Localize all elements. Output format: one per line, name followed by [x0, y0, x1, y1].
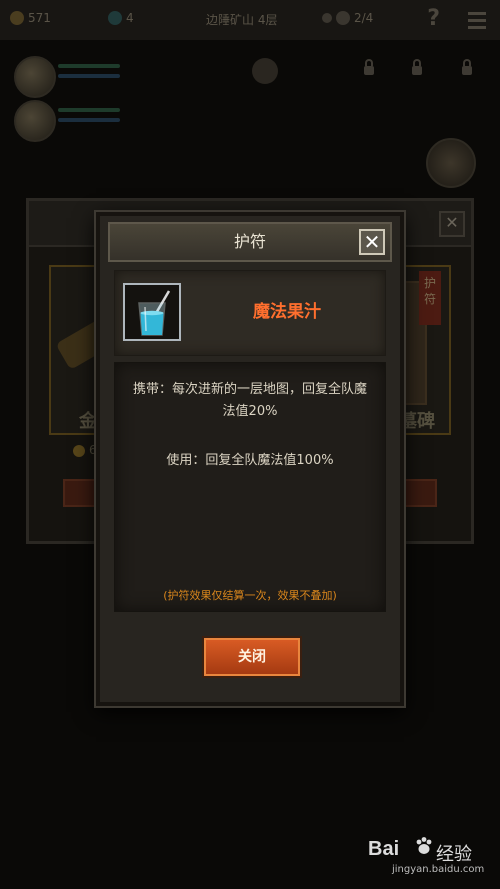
gold-stat: 571: [10, 11, 51, 25]
gem-icon: [108, 11, 122, 25]
close-icon[interactable]: ✕: [359, 229, 385, 255]
close-button[interactable]: 关闭: [204, 638, 300, 676]
card-right-label: 墓碑: [399, 411, 435, 432]
gem-value: 4: [126, 11, 134, 25]
team-value: 2/4: [354, 11, 374, 25]
lock-icon: [364, 59, 374, 75]
wing-icon: [252, 58, 278, 84]
description-panel: 携带：每次进新的一层地图，回复全队魔法值20% 使用：回复全队魔法值100% (…: [114, 362, 386, 612]
paw-icon: [416, 837, 432, 854]
hero-hp-bar: [58, 108, 120, 112]
lock-icon: [462, 59, 472, 75]
side-menu-icon[interactable]: [426, 138, 476, 188]
gem-stat: 4: [108, 11, 134, 25]
dialog-header: 护符 ✕: [108, 222, 392, 262]
jingyan-logo-text: 经验: [436, 844, 472, 865]
team-stat: 2/4: [322, 11, 373, 25]
hero-slot-1[interactable]: [14, 56, 124, 98]
lock-icon: [412, 59, 422, 75]
gold-icon: [10, 11, 24, 25]
hero-mp-bar: [58, 118, 120, 122]
talisman-dialog: 护符 ✕ 魔法果汁 携带：每次进新的一层地图，回复全队魔法值20% 使用：回复全…: [96, 212, 404, 706]
flag-icon: [322, 13, 332, 23]
coin-icon: [73, 445, 85, 457]
top-status-bar: 571 4 边陲矿山 4层 2/4 ?: [0, 0, 500, 40]
help-icon[interactable]: ?: [427, 6, 440, 31]
effect-note-text: (护符效果仅结算一次，效果不叠加): [163, 589, 337, 602]
location-label: 边陲矿山 4层: [206, 11, 277, 28]
location-text: 边陲矿山 4层: [206, 13, 278, 27]
hero-mp-bar: [58, 74, 120, 78]
card-left-label: 金: [79, 411, 97, 432]
skull-icon: [336, 11, 350, 25]
carry-effect-text: 携带：每次进新的一层地图，回复全队魔法值20%: [132, 382, 367, 419]
hero-hp-bar: [58, 64, 120, 68]
watermark-url: jingyan.baidu.com: [392, 864, 485, 875]
gold-value: 571: [28, 11, 51, 25]
menu-icon[interactable]: [468, 12, 486, 33]
hero-avatar: [14, 100, 56, 142]
use-effect-text: 使用：回复全队魔法值100%: [166, 453, 334, 468]
item-panel: 魔法果汁: [114, 270, 386, 356]
item-name: 魔法果汁: [253, 302, 321, 322]
juice-glass-icon: [123, 283, 181, 341]
hero-slot-2[interactable]: [14, 100, 124, 142]
shop-close-icon[interactable]: ✕: [439, 211, 465, 237]
dialog-title: 护符: [233, 232, 266, 251]
talisman-tag: 护符: [419, 271, 441, 325]
baidu-logo-text: Bai: [368, 838, 400, 860]
hero-avatar: [14, 56, 56, 98]
